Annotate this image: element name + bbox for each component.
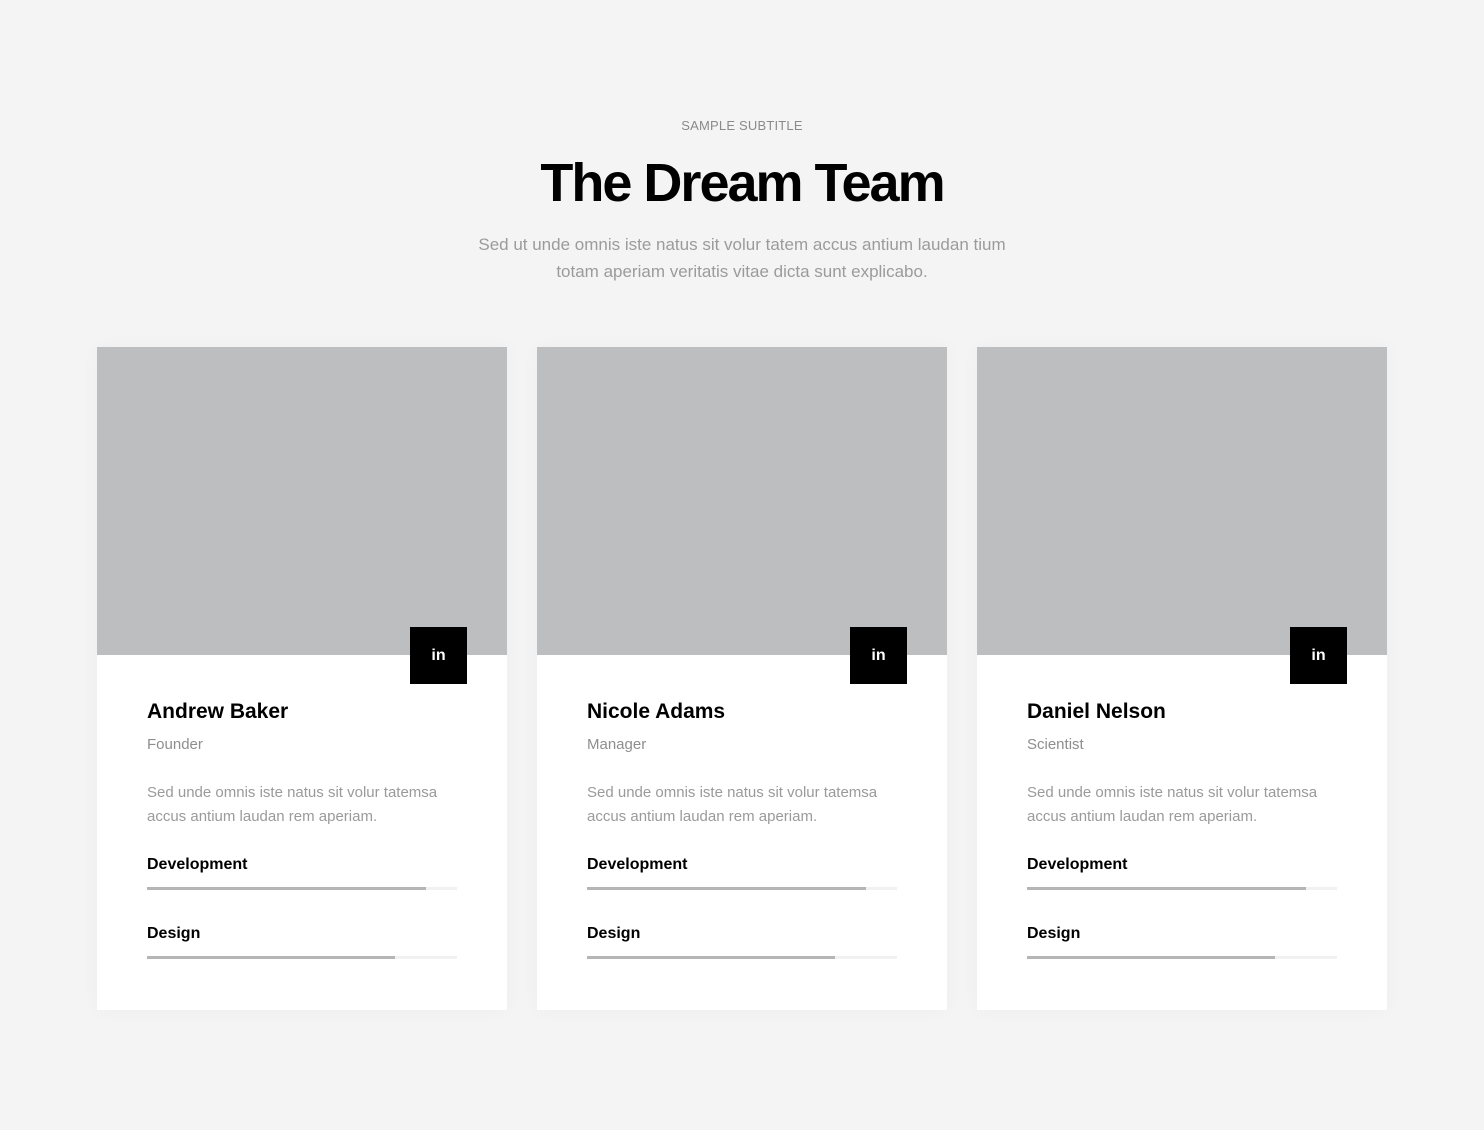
skill-track xyxy=(147,887,457,890)
team-card: in Daniel Nelson Scientist Sed unde omni… xyxy=(977,347,1387,1010)
skill-bar-fill xyxy=(587,956,835,959)
skill-label: Development xyxy=(587,856,688,873)
skill-track xyxy=(587,887,897,890)
member-bio: Sed unde omnis iste natus sit volur tate… xyxy=(1027,784,1318,825)
skill-track xyxy=(1027,956,1337,959)
member-name: Nicole Adams xyxy=(587,700,726,723)
member-name: Andrew Baker xyxy=(147,700,289,723)
skill-track xyxy=(147,956,457,959)
skill-track xyxy=(1027,887,1337,890)
team-card: in Andrew Baker Founder Sed unde omnis i… xyxy=(97,347,507,1010)
skill-development: Development xyxy=(587,854,897,890)
skill-bar-fill xyxy=(1027,887,1306,890)
skill-bar-fill xyxy=(147,956,395,959)
skill-track xyxy=(587,956,897,959)
section-lead: Sed ut unde omnis iste natus sit volur t… xyxy=(478,235,1006,281)
skill-bar-fill xyxy=(1027,956,1275,959)
skill-label: Development xyxy=(1027,856,1128,873)
team-card: in Nicole Adams Manager Sed unde omnis i… xyxy=(537,347,947,1010)
member-role: Manager xyxy=(587,736,647,753)
linkedin-icon[interactable]: in xyxy=(410,627,467,684)
section-title: The Dream Team xyxy=(540,153,945,213)
skill-label: Design xyxy=(587,925,641,942)
member-role: Founder xyxy=(147,736,203,753)
member-bio: Sed unde omnis iste natus sit volur tate… xyxy=(147,784,438,825)
skill-development: Development xyxy=(1027,854,1337,890)
member-photo xyxy=(977,347,1387,655)
skill-design: Design xyxy=(1027,923,1337,959)
skill-development: Development xyxy=(147,854,457,890)
member-photo xyxy=(97,347,507,655)
skill-label: Development xyxy=(147,856,248,873)
linkedin-icon[interactable]: in xyxy=(1290,627,1347,684)
skill-design: Design xyxy=(587,923,897,959)
member-name: Daniel Nelson xyxy=(1027,700,1166,723)
skill-bar-fill xyxy=(147,887,426,890)
skill-bar-fill xyxy=(587,887,866,890)
skill-label: Design xyxy=(147,925,201,942)
team-cards: in Andrew Baker Founder Sed unde omnis i… xyxy=(97,347,1387,1010)
linkedin-icon[interactable]: in xyxy=(850,627,907,684)
section-subtitle: SAMPLE SUBTITLE xyxy=(681,118,803,133)
member-bio: Sed unde omnis iste natus sit volur tate… xyxy=(587,784,878,825)
member-role: Scientist xyxy=(1027,736,1084,753)
skill-design: Design xyxy=(147,923,457,959)
skill-label: Design xyxy=(1027,925,1081,942)
member-photo xyxy=(537,347,947,655)
